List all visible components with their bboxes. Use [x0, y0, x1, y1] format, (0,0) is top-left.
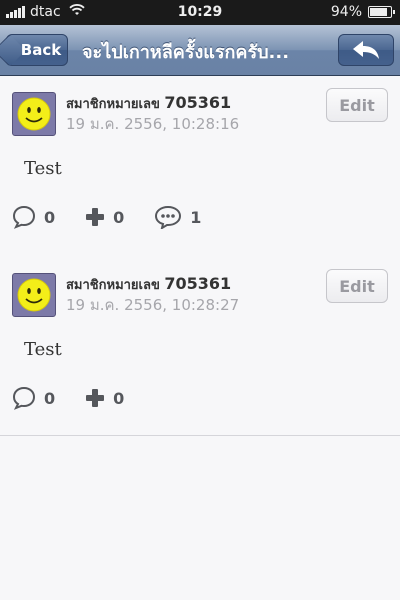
back-button[interactable]: Back — [6, 34, 68, 66]
smiley-face-icon — [17, 278, 51, 312]
post-card: สมาชิกหมายเลข 705361 19 ม.ค. 2556, 10:28… — [0, 76, 400, 258]
post-actions: 0 0 — [12, 385, 154, 411]
author-number: 705361 — [164, 93, 232, 112]
edit-button[interactable]: Edit — [326, 269, 388, 303]
reply-button[interactable] — [338, 34, 394, 66]
page-title: จะไปเกาหลีครั้งแรกครับ... — [82, 42, 290, 63]
battery-icon — [368, 6, 395, 18]
plus-icon — [86, 208, 105, 226]
battery-percent: 94% — [330, 4, 362, 20]
comment-bubble-icon — [12, 205, 36, 229]
comment-action[interactable]: 0 — [12, 205, 55, 229]
comment-bubble-icon — [12, 386, 36, 410]
author-prefix: สมาชิกหมายเลข — [66, 278, 160, 293]
comment-count: 0 — [44, 207, 56, 227]
plus-count: 0 — [113, 388, 125, 408]
back-button-label: Back — [20, 41, 62, 59]
edit-button[interactable]: Edit — [326, 88, 388, 122]
plus-action[interactable]: 0 — [85, 388, 124, 408]
post-body: Test — [24, 158, 62, 179]
comment-count: 0 — [44, 388, 56, 408]
avatar[interactable] — [12, 92, 56, 136]
comment-action[interactable]: 0 — [12, 386, 55, 410]
battery-group: 94% — [330, 4, 395, 20]
smiley-face-icon — [17, 97, 51, 131]
post-card: สมาชิกหมายเลข 705361 19 ม.ค. 2556, 10:28… — [0, 257, 400, 436]
author-prefix: สมาชิกหมายเลข — [66, 97, 160, 112]
post-date: 19 ม.ค. 2556, 10:28:16 — [66, 115, 240, 133]
reply-action[interactable]: 1 — [154, 205, 201, 229]
plus-icon — [86, 389, 105, 407]
reply-arrow-icon — [353, 41, 379, 59]
post-actions: 0 0 1 — [12, 204, 231, 230]
author-number: 705361 — [164, 274, 232, 293]
status-bar: dtac 10:29 94% — [0, 0, 400, 25]
post-date: 19 ม.ค. 2556, 10:28:27 — [66, 296, 240, 314]
post-body: Test — [24, 339, 62, 360]
post-author: สมาชิกหมายเลข 705361 — [66, 274, 231, 295]
avatar[interactable] — [12, 273, 56, 317]
plus-count: 0 — [113, 207, 125, 227]
post-author: สมาชิกหมายเลข 705361 — [66, 93, 231, 114]
chat-dots-icon — [155, 205, 182, 229]
navigation-bar: Back จะไปเกาหลีครั้งแรกครับ... — [0, 25, 400, 76]
plus-action[interactable]: 0 — [85, 207, 124, 227]
reply-count: 1 — [190, 207, 202, 227]
